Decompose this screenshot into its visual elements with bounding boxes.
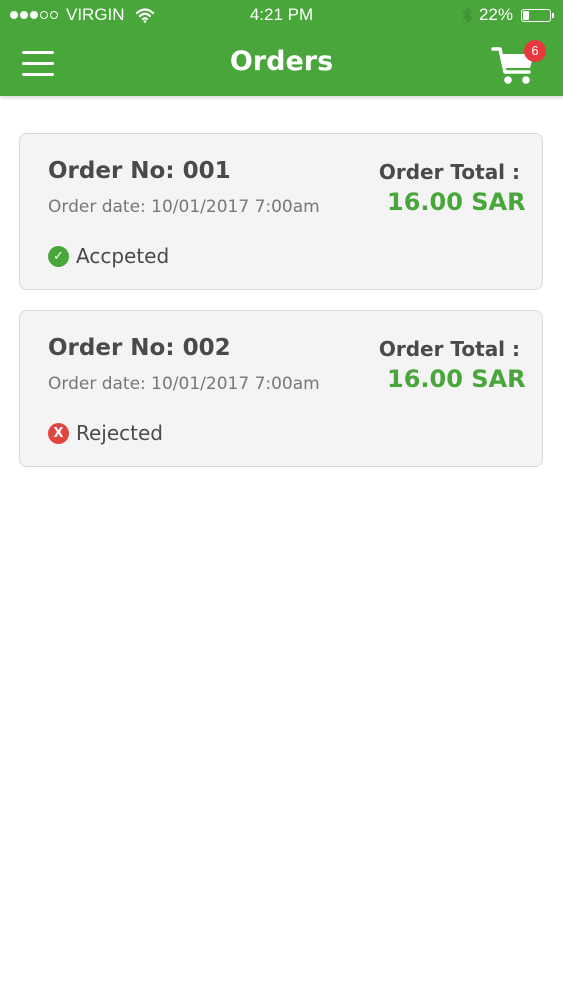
order-card-002[interactable]: Order No: 002 Order date: 10/01/2017 7:0…: [19, 310, 543, 467]
order-total-value: 16.00 SAR: [387, 188, 526, 216]
battery-fill: [523, 10, 529, 20]
order-status: X Rejected: [48, 421, 163, 445]
order-date: Order date: 10/01/2017 7:00am: [48, 197, 320, 217]
battery-icon: [521, 8, 554, 22]
status-text: Rejected: [76, 421, 164, 445]
order-total-label: Order Total :: [378, 337, 520, 361]
bluetooth-icon: [462, 7, 472, 23]
order-card-001[interactable]: Order No: 001 Order date: 10/01/2017 7:0…: [19, 133, 543, 290]
page-title: Orders: [229, 46, 334, 77]
cart-count-badge: 6: [524, 40, 546, 62]
cart-button[interactable]: 6: [490, 38, 550, 86]
check-circle-icon: ✓: [48, 245, 69, 267]
x-circle-icon: X: [48, 422, 69, 444]
battery-percent: 22%: [478, 5, 513, 24]
nav-bar: Orders 6: [0, 30, 563, 96]
order-total-label: Order Total :: [378, 160, 520, 184]
status-right: 22%: [461, 5, 554, 25]
order-number: Order No: 002: [48, 335, 231, 361]
order-status: ✓ Accpeted: [48, 244, 169, 268]
order-total-value: 16.00 SAR: [387, 365, 526, 393]
order-date: Order date: 10/01/2017 7:00am: [48, 374, 320, 394]
order-number: Order No: 001: [48, 158, 231, 184]
status-text: Accpeted: [76, 244, 170, 268]
status-bar: VIRGIN 4:21 PM 22%: [0, 0, 563, 30]
